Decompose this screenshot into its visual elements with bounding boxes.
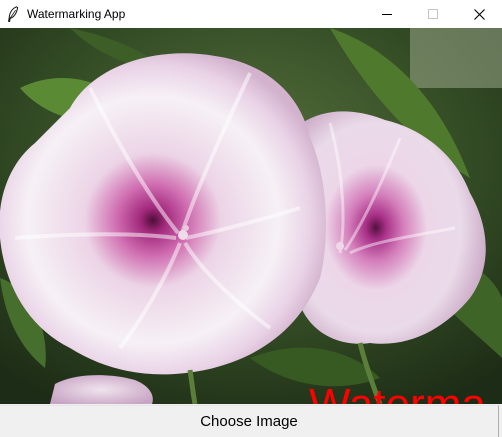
image-canvas: Waterma [0,28,502,404]
watermark-text: Waterma [309,380,486,404]
maximize-icon [428,9,438,19]
window-title: Watermarking App [27,7,126,21]
minimize-button[interactable] [364,0,410,28]
close-button[interactable] [456,0,502,28]
flower-photo [0,28,502,404]
close-icon [473,8,485,20]
app-window: Watermarking App Choose Image [0,0,502,437]
minimize-icon [382,14,392,15]
maximize-button[interactable] [410,0,456,28]
choose-image-button[interactable]: Choose Image [0,405,499,437]
title-bar[interactable]: Watermarking App [0,0,502,28]
feather-icon [8,6,19,22]
window-controls [364,0,502,28]
